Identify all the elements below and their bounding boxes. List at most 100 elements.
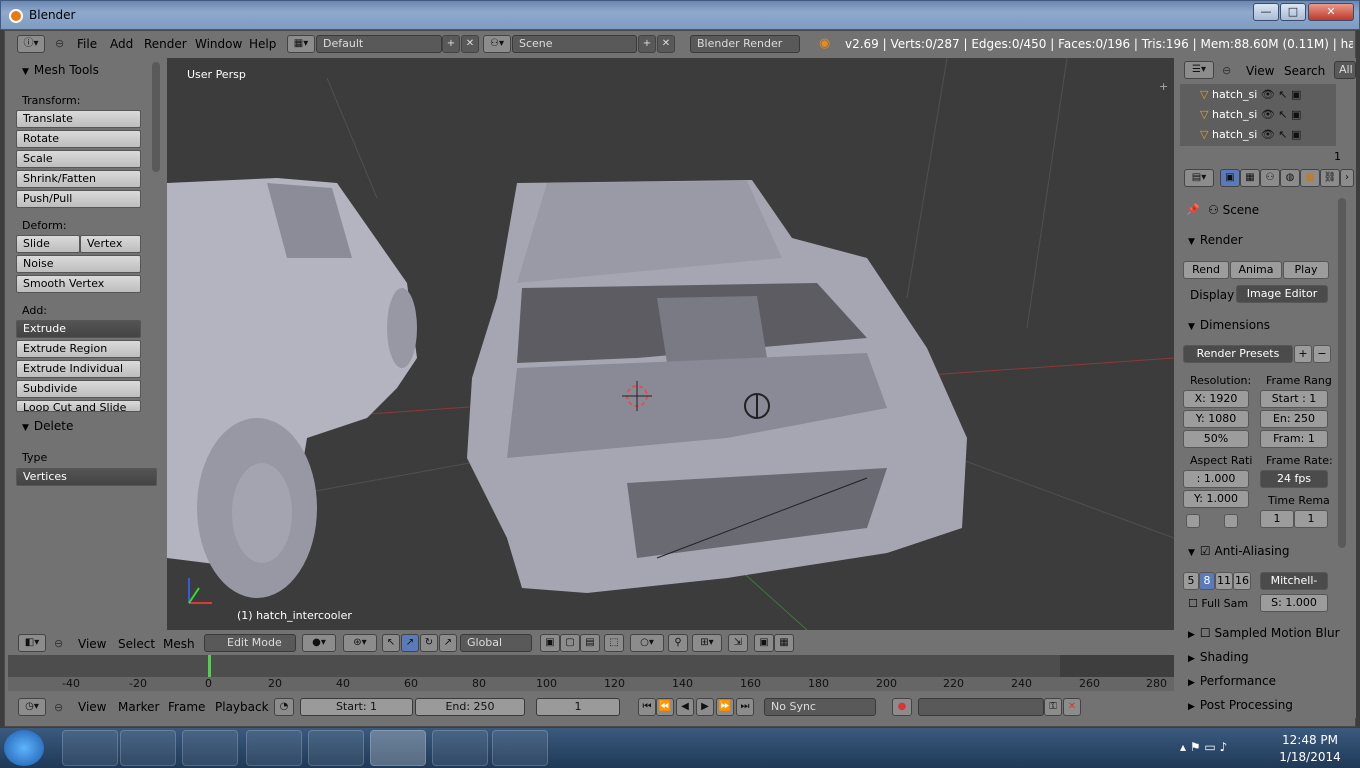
- editor-type-timeline-icon[interactable]: ◷▾: [18, 698, 46, 716]
- insert-keyframe-icon[interactable]: ⚿: [1044, 698, 1062, 716]
- menu-view-timeline[interactable]: View: [78, 700, 106, 714]
- collapse-icon[interactable]: ⊖: [55, 37, 64, 50]
- menu-playback[interactable]: Playback: [215, 700, 269, 714]
- limit-selection-icon[interactable]: ⬚: [604, 634, 624, 652]
- delete-header[interactable]: ▼ Delete: [22, 419, 73, 433]
- slide-vertex-button[interactable]: Vertex: [80, 235, 141, 253]
- loop-cut-button[interactable]: Loop Cut and Slide: [16, 400, 141, 412]
- outliner-search-menu[interactable]: Search: [1284, 64, 1325, 78]
- aa-samples-8[interactable]: 8: [1199, 572, 1215, 590]
- render-presets-select[interactable]: Render Presets: [1183, 345, 1293, 363]
- noise-button[interactable]: Noise: [16, 255, 141, 273]
- jump-keyframe-forward-icon[interactable]: ⏩: [716, 698, 734, 716]
- keying-set-field[interactable]: [918, 698, 1044, 716]
- smooth-vertex-button[interactable]: Smooth Vertex: [16, 275, 141, 293]
- editor-type-properties-icon[interactable]: ▤▾: [1184, 169, 1214, 187]
- resolution-y-field[interactable]: Y: 1080: [1183, 410, 1249, 428]
- display-select[interactable]: Image Editor: [1236, 285, 1328, 303]
- menu-window[interactable]: Window: [195, 37, 242, 51]
- menu-mesh[interactable]: Mesh: [163, 637, 195, 651]
- menu-help[interactable]: Help: [249, 37, 276, 51]
- push-pull-button[interactable]: Push/Pull: [16, 190, 141, 208]
- current-frame-field[interactable]: 1: [536, 698, 620, 716]
- outliner-item[interactable]: ▽ hatch_si 👁 ↖ ▣: [1200, 88, 1301, 101]
- chrome-taskbar-icon[interactable]: [246, 730, 302, 766]
- add-preset-button[interactable]: +: [1294, 345, 1312, 363]
- minimize-button[interactable]: —: [1253, 3, 1279, 21]
- aa-samples-16[interactable]: 16: [1233, 572, 1251, 590]
- menu-file[interactable]: File: [77, 37, 97, 51]
- tray-icons[interactable]: ▴ ⚑ ▭ ♪: [1180, 740, 1227, 754]
- sync-mode-select[interactable]: No Sync: [764, 698, 876, 716]
- layers-tab-icon[interactable]: ▦: [1240, 169, 1260, 187]
- play-animation-button[interactable]: Play: [1283, 261, 1329, 279]
- mode-select[interactable]: Edit Mode: [204, 634, 296, 652]
- layout-field[interactable]: Default: [316, 35, 442, 53]
- delete-keyframe-icon[interactable]: ✕: [1063, 698, 1081, 716]
- properties-scrollbar[interactable]: [1338, 198, 1346, 548]
- shading-panel-header[interactable]: ▶ Shading: [1188, 650, 1249, 664]
- play-reverse-icon[interactable]: ◀: [676, 698, 694, 716]
- scale-button[interactable]: Scale: [16, 150, 141, 168]
- screen-layout-icon[interactable]: ▦▾: [287, 35, 315, 53]
- extrude-region-button[interactable]: Extrude Region: [16, 340, 141, 358]
- shrink-fatten-button[interactable]: Shrink/Fatten: [16, 170, 141, 188]
- render-tab-icon[interactable]: ▣: [1220, 169, 1240, 187]
- extrude-select[interactable]: Extrude: [16, 320, 141, 338]
- winrar-taskbar-icon[interactable]: [308, 730, 364, 766]
- snap-target-icon[interactable]: ⇲: [728, 634, 748, 652]
- start-button[interactable]: [4, 730, 44, 766]
- current-frame-marker[interactable]: [208, 655, 211, 677]
- remove-scene-icon[interactable]: ✕: [657, 35, 675, 53]
- performance-panel-header[interactable]: ▶ Performance: [1188, 674, 1276, 688]
- editor-type-info-icon[interactable]: ⓘ▾: [17, 35, 45, 53]
- delete-type-select[interactable]: Vertices: [16, 468, 157, 486]
- scale-manipulator-icon[interactable]: ↗: [439, 634, 457, 652]
- scene-icon[interactable]: ⚇▾: [483, 35, 511, 53]
- transform-orientation-select[interactable]: Global: [460, 634, 532, 652]
- aspect-y-field[interactable]: Y: 1.000: [1183, 490, 1249, 508]
- menu-add[interactable]: Add: [110, 37, 133, 51]
- time-remap-new-field[interactable]: 1: [1294, 510, 1328, 528]
- timeline-ruler[interactable]: -40 -20 0 20 40 60 80 100 120 140 160 18…: [8, 677, 1174, 691]
- time-remap-old-field[interactable]: 1: [1260, 510, 1294, 528]
- media-taskbar-icon[interactable]: [182, 730, 238, 766]
- pin-icon[interactable]: 📌: [1186, 203, 1200, 216]
- mesh-tools-header[interactable]: ▼ Mesh Tools: [22, 63, 99, 77]
- ie-taskbar-icon[interactable]: [62, 730, 118, 766]
- remove-layout-icon[interactable]: ✕: [461, 35, 479, 53]
- clock-time[interactable]: 12:48 PM: [1275, 733, 1345, 747]
- snap-element-icon[interactable]: ⊞▾: [692, 634, 722, 652]
- render-panel-header[interactable]: ▼ Render: [1188, 233, 1243, 247]
- render-still-button[interactable]: Rend: [1183, 261, 1229, 279]
- snap-icon[interactable]: ⚲: [668, 634, 688, 652]
- start-frame-field[interactable]: Start: 1: [300, 698, 413, 716]
- crop-checkbox[interactable]: [1224, 514, 1238, 528]
- menu-marker[interactable]: Marker: [118, 700, 159, 714]
- render-engine-select[interactable]: Blender Render: [690, 35, 800, 53]
- preview-range-icon[interactable]: ◔: [274, 698, 294, 716]
- shading-select-icon[interactable]: ●▾: [302, 634, 336, 652]
- translate-manipulator-icon[interactable]: ↗: [401, 634, 419, 652]
- rotate-button[interactable]: Rotate: [16, 130, 141, 148]
- aa-samples-5[interactable]: 5: [1183, 572, 1199, 590]
- constraints-tab-icon[interactable]: ⛓: [1320, 169, 1340, 187]
- frame-start-field[interactable]: Start : 1: [1260, 390, 1328, 408]
- aa-filter-size-field[interactable]: S: 1.000: [1260, 594, 1328, 612]
- 3d-viewport[interactable]: User Persp (1) hatch_intercooler +: [167, 58, 1174, 630]
- object-tab-icon[interactable]: ▩: [1300, 169, 1320, 187]
- extrude-individual-button[interactable]: Extrude Individual: [16, 360, 141, 378]
- render-animation-button[interactable]: Anima: [1230, 261, 1282, 279]
- add-layout-icon[interactable]: +: [442, 35, 460, 53]
- subdivide-button[interactable]: Subdivide: [16, 380, 141, 398]
- record-icon[interactable]: ●: [892, 698, 912, 716]
- jump-end-icon[interactable]: ⏭: [736, 698, 754, 716]
- modifiers-tab-icon[interactable]: ›: [1340, 169, 1354, 187]
- tool-shelf-scrollbar[interactable]: [152, 62, 160, 172]
- post-processing-panel-header[interactable]: ▶ Post Processing: [1188, 698, 1293, 712]
- outliner-filter-select[interactable]: All: [1334, 61, 1356, 79]
- vertex-select-icon[interactable]: ▣: [540, 634, 560, 652]
- remove-preset-button[interactable]: −: [1313, 345, 1331, 363]
- app-taskbar-icon[interactable]: [432, 730, 488, 766]
- frame-rate-select[interactable]: 24 fps: [1260, 470, 1328, 488]
